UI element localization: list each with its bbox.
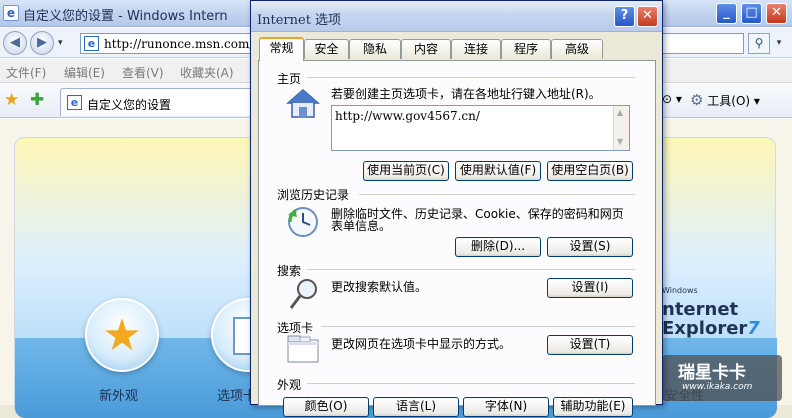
appearance-heading: 外观 xyxy=(277,378,302,392)
tab-content[interactable]: 内容 xyxy=(401,39,451,59)
recent-pages-dropdown-icon[interactable]: ▾ xyxy=(58,38,63,48)
use-default-button[interactable]: 使用默认值(F) xyxy=(455,161,541,181)
colors-button[interactable]: 颜色(O) xyxy=(283,397,369,417)
fonts-button[interactable]: 字体(N) xyxy=(463,397,549,417)
tab-privacy[interactable]: 隐私 xyxy=(349,39,401,59)
tabs-settings-button[interactable]: 设置(T) xyxy=(547,335,633,355)
search-button[interactable]: ⚲ xyxy=(748,33,770,54)
history-settings-button[interactable]: 设置(S) xyxy=(547,237,633,257)
home-page-heading: 主页 xyxy=(277,72,302,86)
menu-view[interactable]: 查看(V) xyxy=(122,64,164,81)
browsing-history-description-2: 表单信息。 xyxy=(331,219,392,233)
back-button[interactable]: ◀ xyxy=(3,31,27,55)
ie7-logo: Windows nternet Explorer7 xyxy=(662,286,760,339)
home-page-description: 若要创建主页选项卡，请在各地址行键入地址(R)。 xyxy=(331,87,601,101)
minimize-button[interactable]: _ xyxy=(716,3,737,24)
browsing-history-heading: 浏览历史记录 xyxy=(277,188,350,202)
magnifier-icon xyxy=(289,279,317,309)
new-appearance-orb[interactable]: ★ xyxy=(85,298,159,372)
home-page-url: http://www.gov4567.cn/ xyxy=(335,109,480,123)
use-blank-button[interactable]: 使用空白页(B) xyxy=(547,161,633,181)
search-input[interactable] xyxy=(660,33,744,54)
tabs-window-icon xyxy=(287,335,319,363)
textarea-scrollbar[interactable]: ▲ ▼ xyxy=(613,106,629,150)
use-current-button[interactable]: 使用当前页(C) xyxy=(363,161,449,181)
maximize-button[interactable]: □ xyxy=(741,3,762,24)
close-button[interactable]: ✕ xyxy=(766,3,787,24)
page-icon: e xyxy=(67,95,82,110)
tools-menu-label: 工具(O) ▾ xyxy=(707,94,760,108)
tab-connections[interactable]: 连接 xyxy=(451,39,501,59)
menu-edit[interactable]: 编辑(E) xyxy=(64,64,105,81)
tab-programs[interactable]: 程序 xyxy=(501,39,551,59)
house-icon xyxy=(286,89,320,118)
search-settings-button[interactable]: 设置(I) xyxy=(547,278,633,298)
help-button[interactable]: ? xyxy=(614,6,635,27)
dialog-title-bar: Internet 选项 ? ✕ xyxy=(251,1,662,32)
internet-options-dialog: Internet 选项 ? ✕ 常规 安全 隐私 内容 连接 程序 高级 主页 … xyxy=(250,0,663,417)
browser-tab[interactable]: e 自定义您的设置 xyxy=(60,88,260,116)
add-favorite-icon[interactable]: ✚ xyxy=(30,90,44,110)
forward-button[interactable]: ▶ xyxy=(30,31,54,55)
search-dropdown-icon[interactable]: ▾ xyxy=(772,33,786,54)
ie-window-title: 自定义您的设置 - Windows Intern xyxy=(23,9,228,24)
star-icon: ★ xyxy=(102,310,142,361)
dialog-close-button[interactable]: ✕ xyxy=(637,6,658,27)
history-clock-icon xyxy=(288,207,318,237)
delete-history-button[interactable]: 删除(D)... xyxy=(455,237,541,257)
new-appearance-label: 新外观 xyxy=(99,389,139,404)
watermark: 瑞星卡卡 www.ikaka.com xyxy=(662,355,782,401)
menu-file[interactable]: 文件(F) xyxy=(6,64,46,81)
gear-icon: ⚙ xyxy=(690,91,704,109)
general-tab-page: 主页 若要创建主页选项卡，请在各地址行键入地址(R)。 http://www.g… xyxy=(258,60,656,417)
tab-advanced[interactable]: 高级 xyxy=(551,39,603,59)
tabs-description: 更改网页在选项卡中显示的方式。 xyxy=(331,337,512,351)
search-icon: ⚲ xyxy=(754,36,764,50)
favorites-star-icon[interactable]: ★ xyxy=(4,90,19,110)
tools-menu-button[interactable]: ⚙ 工具(O) ▾ xyxy=(690,91,760,109)
accessibility-button[interactable]: 辅助功能(E) xyxy=(553,397,633,417)
address-url: http://runonce.msn.com/ru xyxy=(104,37,267,51)
page-icon: e xyxy=(84,36,99,51)
address-input[interactable]: e http://runonce.msn.com/ru xyxy=(80,33,267,54)
home-page-textarea[interactable]: http://www.gov4567.cn/ ▲ ▼ xyxy=(331,105,630,151)
menu-favorites[interactable]: 收藏夹(A) xyxy=(180,64,234,81)
page-menu-button[interactable]: ⊙ ▾ xyxy=(662,92,682,106)
ie-logo-icon: e xyxy=(3,5,19,21)
tab-general[interactable]: 常规 xyxy=(259,37,304,61)
tab-security[interactable]: 安全 xyxy=(304,39,349,59)
browser-tab-title: 自定义您的设置 xyxy=(87,98,172,112)
dialog-title: Internet 选项 xyxy=(257,13,342,28)
languages-button[interactable]: 语言(L) xyxy=(373,397,459,417)
search-description: 更改搜索默认值。 xyxy=(331,280,428,294)
